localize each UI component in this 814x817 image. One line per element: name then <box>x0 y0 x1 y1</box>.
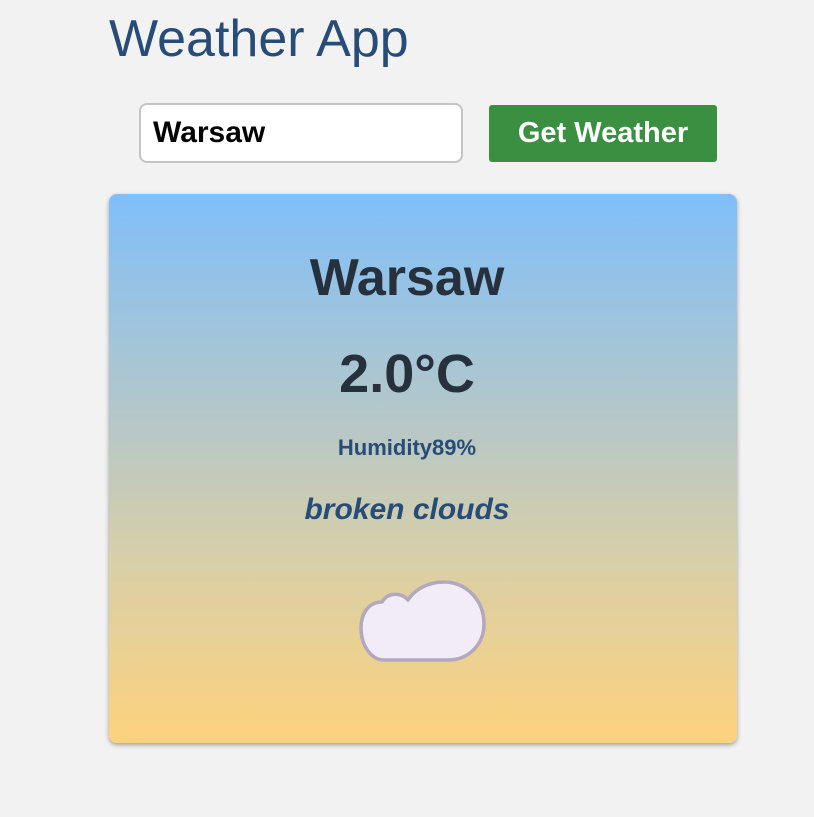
humidity-label: Humidity <box>337 435 433 460</box>
weather-temperature: 2.0°C <box>339 344 475 404</box>
page-title: Weather App <box>109 10 409 68</box>
weather-city: Warsaw <box>309 249 505 307</box>
weather-humidity: Humidity89% <box>0 435 814 461</box>
humidity-value: 89% <box>432 435 477 460</box>
cloud-icon <box>359 580 486 662</box>
weather-description: broken clouds <box>304 493 510 526</box>
city-input[interactable] <box>139 103 463 163</box>
get-weather-button[interactable]: Get Weather <box>489 105 717 162</box>
